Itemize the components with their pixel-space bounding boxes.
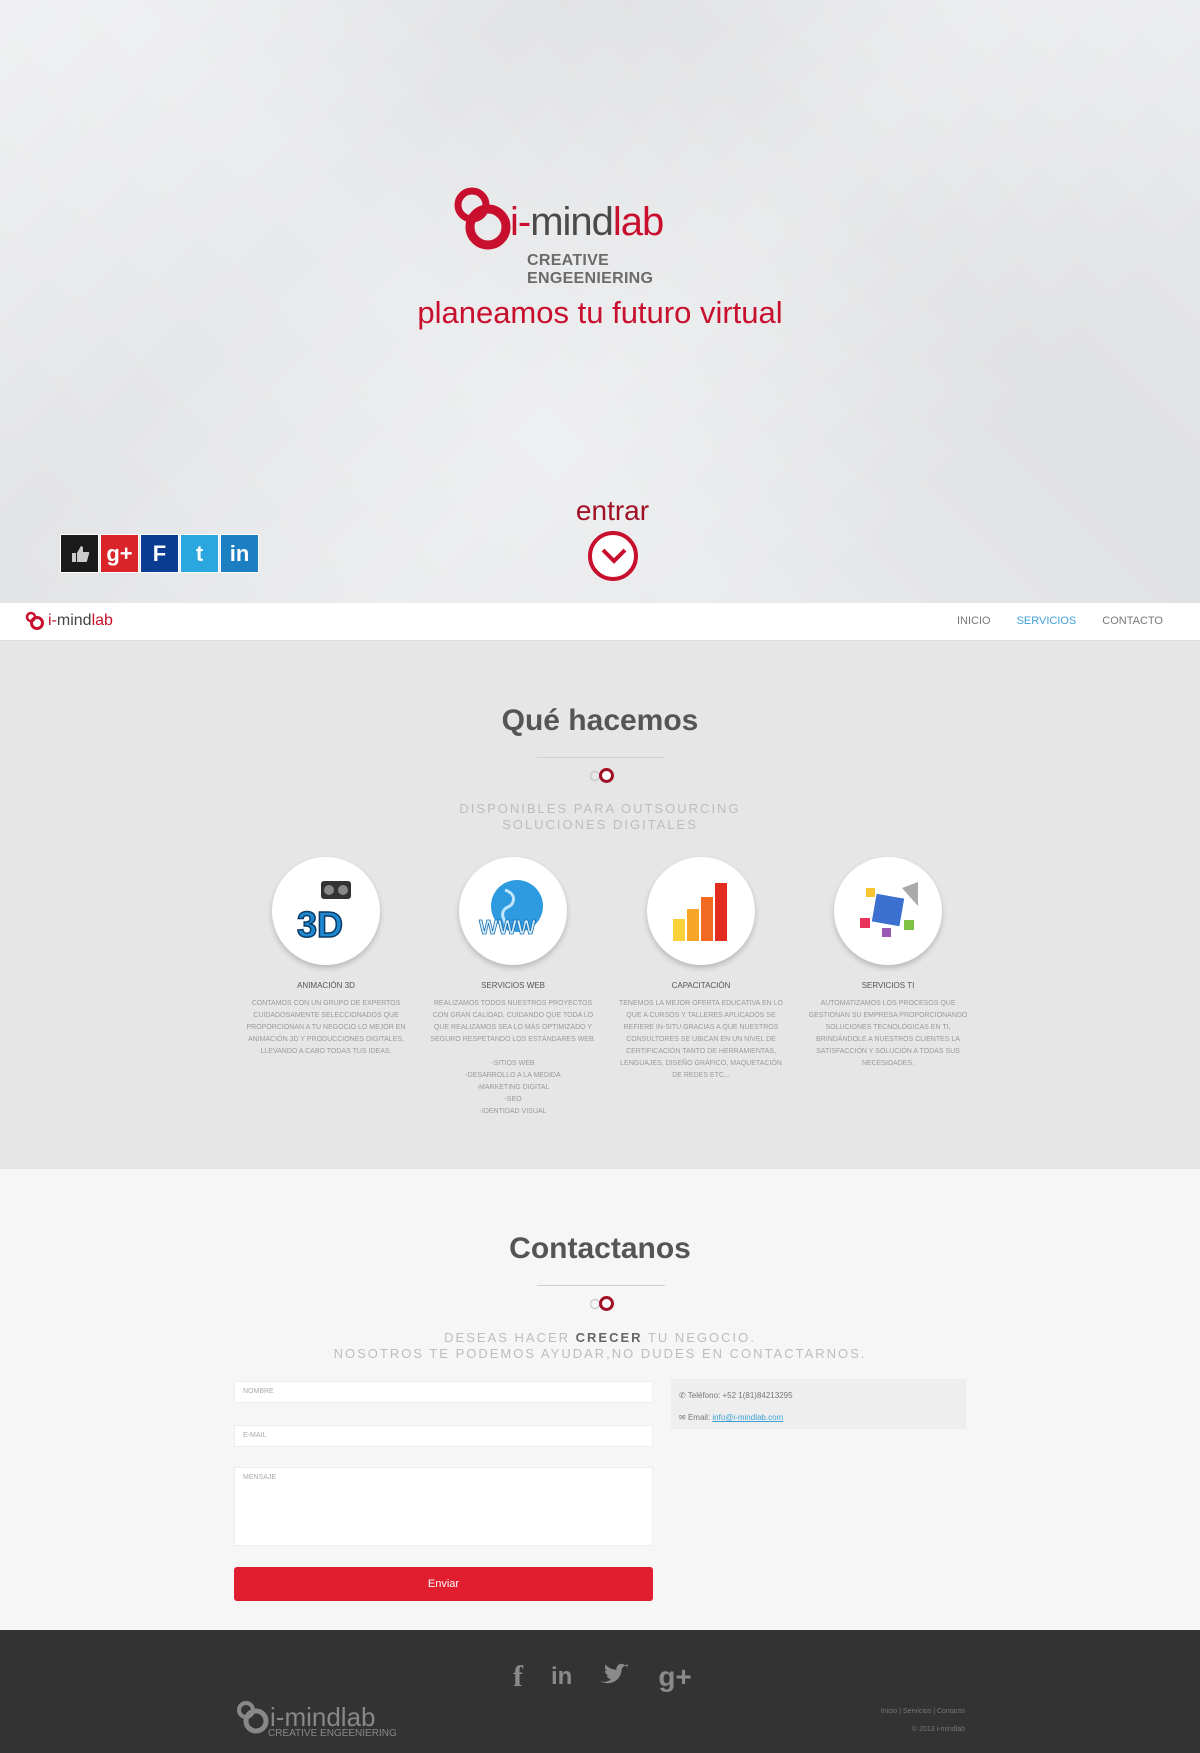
service-title: ANIMACIÓN 3D — [297, 981, 355, 990]
services-subtitle-line1: DISPONIBLES PARA OUTSOURCING — [459, 801, 741, 816]
google-plus-icon[interactable]: g+ — [100, 534, 139, 573]
twitter-icon[interactable] — [600, 1663, 630, 1692]
main-navbar: i-mindlab INICIO SERVICIOS CONTACTO — [0, 603, 1200, 641]
nav-item-contacto[interactable]: CONTACTO — [1102, 615, 1163, 627]
nav-menu: INICIO SERVICIOS CONTACTO — [957, 615, 1163, 627]
service-title: SERVICIOS WEB — [481, 981, 545, 990]
facebook-icon[interactable]: f — [513, 1660, 523, 1694]
service-description: CONTAMOS CON UN GRUPO DE EXPERTOS CUIDAD… — [246, 1000, 406, 1055]
nav-logo[interactable]: i-mindlab — [24, 611, 113, 631]
bar-chart-icon — [647, 857, 755, 965]
linkedin-icon[interactable]: in — [551, 1663, 572, 1691]
service-title: SERVICIOS TI — [861, 981, 915, 990]
logo-rings-icon — [454, 187, 511, 250]
facebook-icon[interactable]: F — [140, 534, 179, 573]
enter-label: entrar — [575, 495, 650, 526]
section-divider — [537, 757, 665, 787]
svg-text:3D: 3D — [297, 904, 343, 943]
footer-links: Inicio | Servicios | Contacto © 2013 i-m… — [881, 1703, 965, 1739]
services-title: Qué hacemos — [501, 704, 699, 737]
footer-social-icons: f in g+ — [513, 1660, 692, 1694]
service-description: REALIZAMOS TODOS NUESTROS PROYECTOS CON … — [430, 1000, 596, 1043]
contact-info-box: ✆ Teléfono: +52 1(81)84213295 ✉ Email: i… — [671, 1379, 966, 1429]
footer: f in g+ i-mindlab CREATIVE ENGEENIERING … — [0, 1630, 1200, 1753]
brand-logo: i-mindlab CREATIVE ENGEENIERING — [450, 180, 735, 287]
brand-subtitle: CREATIVE ENGEENIERING — [527, 252, 654, 287]
nav-item-inicio[interactable]: INICIO — [957, 615, 991, 627]
service-title: CAPACITACIÓN — [671, 981, 731, 990]
linkedin-icon[interactable]: in — [220, 534, 259, 573]
phone-icon: ✆ — [679, 1391, 686, 1400]
contact-subtitle: DESEAS HACER CRECER TU NEGOCIO. NOSOTROS… — [0, 1330, 1200, 1362]
hero-tagline: planeamos tu futuro virtual — [417, 295, 783, 330]
brand-wordmark: i-mindlab — [510, 200, 664, 244]
email-link[interactable]: info@i-mindlab.com — [712, 1413, 783, 1422]
services-subtitle-line2: SOLUCIONES DIGITALES — [502, 817, 698, 832]
social-share-bar: g+ F t in — [60, 534, 259, 573]
nav-item-servicios[interactable]: SERVICIOS — [1017, 615, 1077, 627]
svg-text:WWW: WWW — [479, 917, 536, 939]
logo-rings-icon — [25, 611, 44, 630]
envelope-icon: ✉ — [679, 1413, 686, 1422]
www-globe-icon: WWW — [459, 857, 567, 965]
logo-rings-icon — [237, 1701, 269, 1734]
chevron-down-icon — [601, 548, 626, 564]
enter-button[interactable] — [587, 531, 638, 581]
service-card-web: WWW SERVICIOS WEB REALIZAMOS TODOS NUEST… — [428, 857, 598, 1118]
contact-subtitle-line2: NOSOTROS TE PODEMOS AYUDAR,NO DUDES EN C… — [333, 1346, 867, 1361]
service-description: AUTOMATIZAMOS LOS PROCESOS QUE GESTIONAN… — [808, 1000, 968, 1067]
service-description: TENEMOS LA MEJOR OFERTA EDUCATIVA EN LO … — [618, 1000, 783, 1079]
footer-brand-subtitle: CREATIVE ENGEENIERING — [268, 1728, 397, 1739]
service-card-training: CAPACITACIÓN TENEMOS LA MEJOR OFERTA EDU… — [616, 857, 786, 1082]
twitter-icon[interactable]: t — [180, 534, 219, 573]
message-field[interactable]: MENSAJE — [234, 1467, 653, 1546]
footer-nav-links[interactable]: Inicio | Servicios | Contacto — [881, 1703, 965, 1721]
phone-line: ✆ Teléfono: +52 1(81)84213295 — [679, 1391, 793, 1400]
section-divider — [537, 1285, 665, 1315]
nav-wordmark: i-mindlab — [48, 612, 113, 629]
name-field[interactable]: NOMBRE — [234, 1381, 653, 1403]
email-line: ✉ Email: info@i-mindlab.com — [679, 1413, 784, 1422]
services-subtitle: DISPONIBLES PARA OUTSOURCING SOLUCIONES … — [0, 801, 1200, 833]
3d-animation-icon: 3D — [272, 857, 380, 965]
service-card-3d: 3D ANIMACIÓN 3D CONTAMOS CON UN GRUPO DE… — [241, 857, 411, 1058]
hero-section: i-mindlab CREATIVE ENGEENIERING planeamo… — [0, 0, 1200, 603]
email-field[interactable]: E-MAIL — [234, 1425, 653, 1447]
service-card-it: SERVICIOS TI AUTOMATIZAMOS LOS PROCESOS … — [803, 857, 973, 1070]
copyright: © 2013 i-mindlab — [911, 1726, 965, 1733]
google-plus-icon[interactable]: g+ — [658, 1661, 691, 1693]
it-cube-icon — [834, 857, 942, 965]
contact-subtitle-line1: DESEAS HACER CRECER TU NEGOCIO. — [444, 1330, 756, 1345]
service-feature-list: -SITIOS WEB -DESARROLLO A LA MEDIDA -MAR… — [465, 1060, 561, 1115]
contact-title: Contactanos — [509, 1232, 691, 1265]
footer-logo: i-mindlab CREATIVE ENGEENIERING — [234, 1699, 397, 1739]
enter-link[interactable]: entrar — [570, 497, 655, 581]
like-icon[interactable] — [60, 534, 99, 573]
send-button[interactable]: Enviar — [234, 1567, 653, 1601]
